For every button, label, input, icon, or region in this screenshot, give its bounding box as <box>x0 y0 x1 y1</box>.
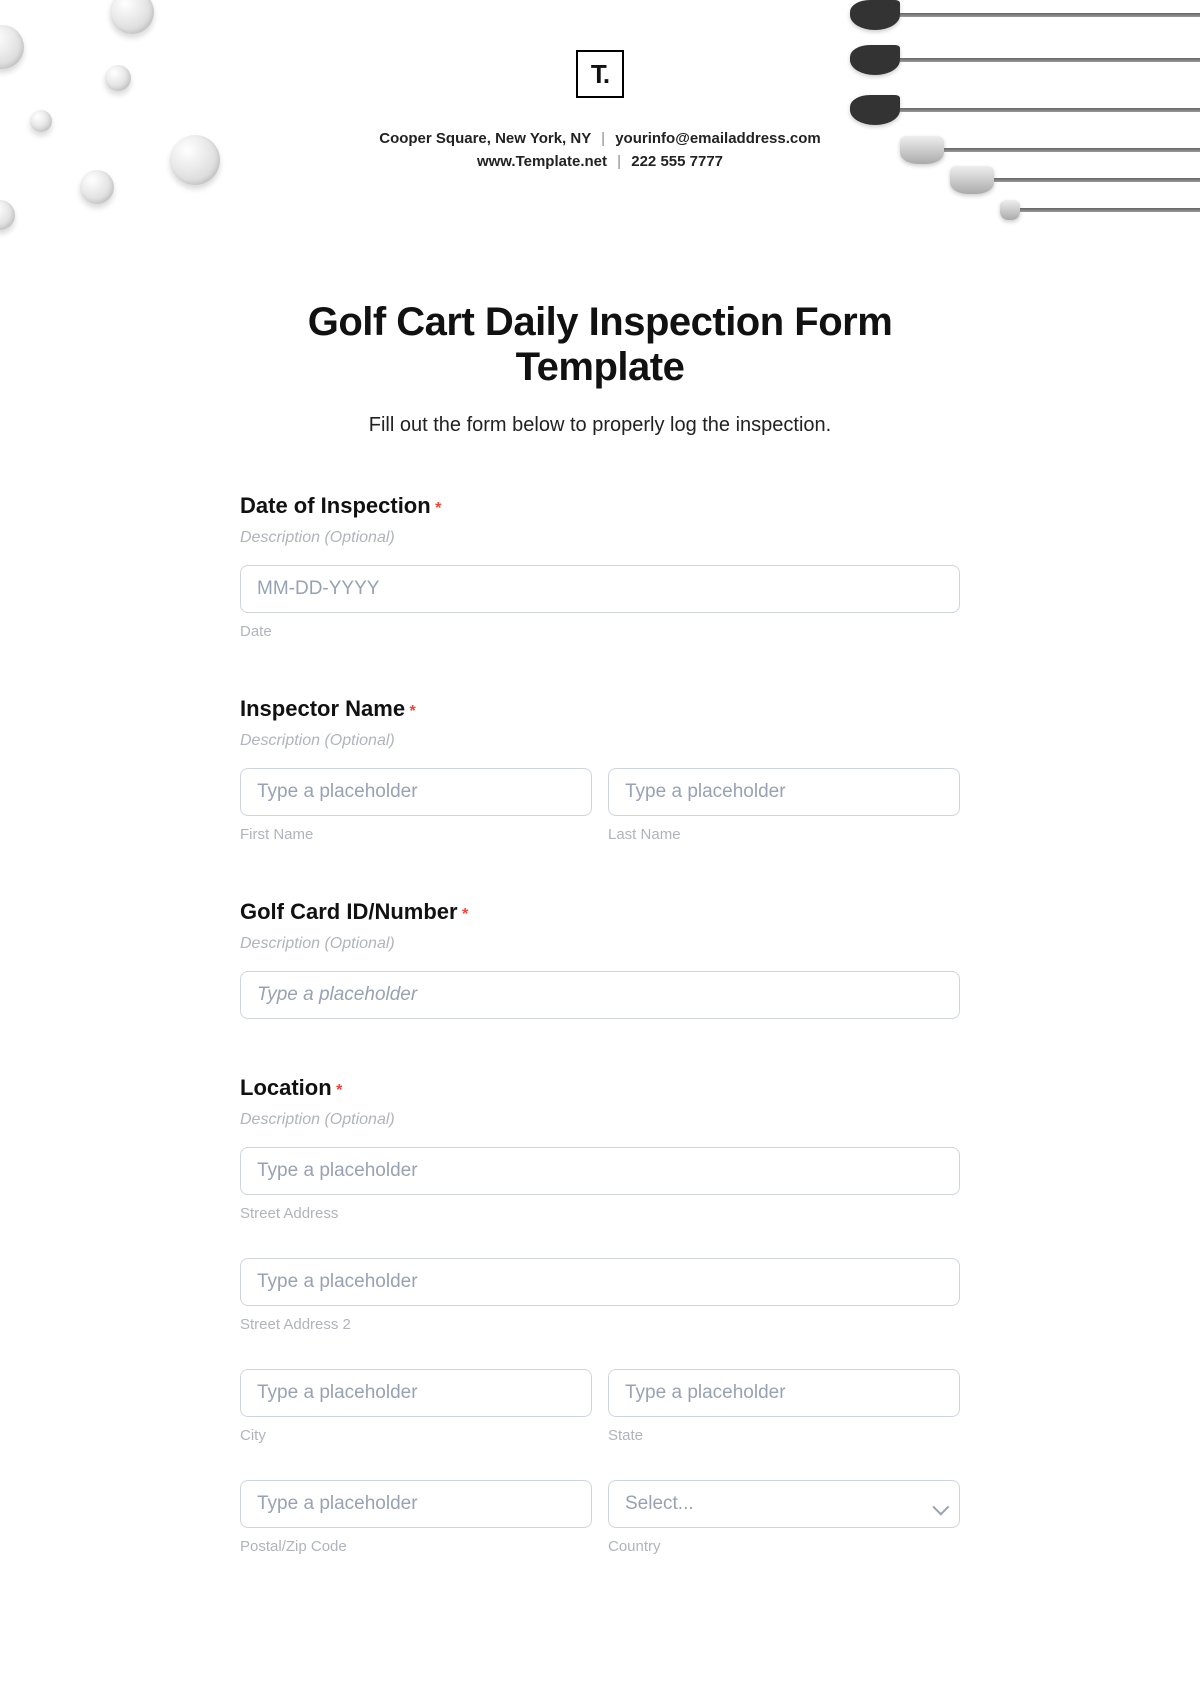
location-label: Location <box>240 1075 332 1100</box>
cart-id-input[interactable] <box>240 971 960 1019</box>
date-sublabel: Date <box>240 623 960 640</box>
email-text: yourinfo@emailaddress.com <box>615 130 821 147</box>
page-title: Golf Cart Daily Inspection Form Template <box>240 300 960 390</box>
country-sublabel: Country <box>608 1538 960 1555</box>
zip-input[interactable] <box>240 1480 592 1528</box>
date-description: Description (Optional) <box>240 529 960 547</box>
country-select-value: Select... <box>625 1493 694 1514</box>
form-content: Golf Cart Daily Inspection Form Template… <box>240 300 960 1595</box>
last-name-sublabel: Last Name <box>608 826 960 843</box>
zip-sublabel: Postal/Zip Code <box>240 1538 592 1555</box>
inspector-description: Description (Optional) <box>240 732 960 750</box>
country-select[interactable]: Select... <box>608 1480 960 1528</box>
page-subtitle: Fill out the form below to properly log … <box>240 414 960 437</box>
date-input[interactable] <box>240 565 960 613</box>
first-name-input[interactable] <box>240 768 592 816</box>
decorative-golf-clubs <box>850 0 1200 240</box>
section-inspector: Inspector Name * Description (Optional) … <box>240 696 960 843</box>
required-star: * <box>435 500 441 517</box>
decorative-golf-balls <box>0 0 300 240</box>
state-input[interactable] <box>608 1369 960 1417</box>
state-sublabel: State <box>608 1427 960 1444</box>
document-header: T. Cooper Square, New York, NY | yourinf… <box>0 0 1200 240</box>
street-address-2-input[interactable] <box>240 1258 960 1306</box>
section-location: Location * Description (Optional) Street… <box>240 1075 960 1555</box>
cart-id-description: Description (Optional) <box>240 935 960 953</box>
location-description: Description (Optional) <box>240 1111 960 1129</box>
required-star: * <box>462 906 468 923</box>
section-cart-id: Golf Card ID/Number * Description (Optio… <box>240 899 960 1019</box>
section-date: Date of Inspection * Description (Option… <box>240 493 960 640</box>
street-address-2-sublabel: Street Address 2 <box>240 1316 960 1333</box>
inspector-label: Inspector Name <box>240 696 405 721</box>
address-text: Cooper Square, New York, NY <box>379 130 591 147</box>
website-text: www.Template.net <box>477 153 607 170</box>
required-star: * <box>410 703 416 720</box>
street-address-sublabel: Street Address <box>240 1205 960 1222</box>
city-input[interactable] <box>240 1369 592 1417</box>
last-name-input[interactable] <box>608 768 960 816</box>
phone-text: 222 555 7777 <box>631 153 723 170</box>
cart-id-label: Golf Card ID/Number <box>240 899 458 924</box>
logo: T. <box>576 50 624 98</box>
date-label: Date of Inspection <box>240 493 431 518</box>
street-address-input[interactable] <box>240 1147 960 1195</box>
first-name-sublabel: First Name <box>240 826 592 843</box>
required-star: * <box>336 1082 342 1099</box>
logo-text: T. <box>591 59 609 90</box>
city-sublabel: City <box>240 1427 592 1444</box>
